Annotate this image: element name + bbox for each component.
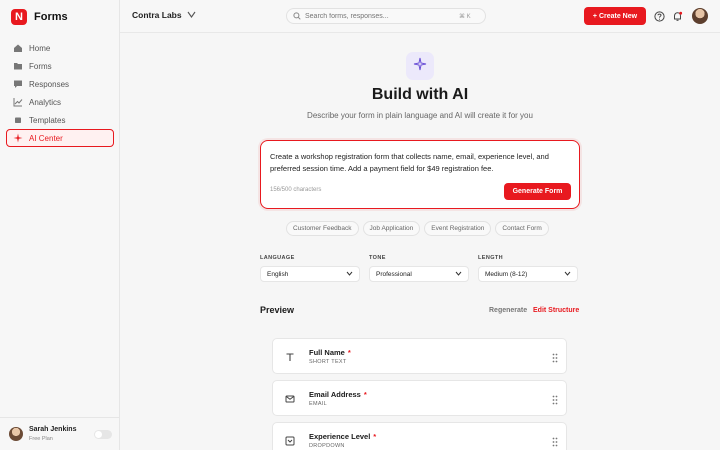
sidebar-item-home[interactable]: Home — [6, 39, 114, 57]
required-marker: * — [373, 432, 377, 441]
text-icon — [284, 351, 296, 363]
user-profile[interactable]: Sarah Jenkins Free Plan — [0, 417, 120, 450]
sidebar-item-forms[interactable]: Forms — [6, 57, 114, 75]
drag-handle-icon[interactable] — [551, 393, 559, 405]
chevron-down-icon — [564, 271, 571, 278]
chevron-down-icon — [346, 271, 353, 278]
sidebar-item-label: Templates — [29, 115, 66, 125]
template-icon — [12, 115, 23, 126]
search-input[interactable] — [305, 12, 455, 20]
question-type: SHORT TEXT — [309, 359, 347, 365]
question-card[interactable]: Experience Level * DROPDOWN — [272, 422, 567, 450]
top-bar: Contra Labs ⌘ K + Create New — [120, 0, 720, 33]
sidebar-item-label: Analytics — [29, 97, 62, 107]
sparkle-icon — [413, 57, 427, 76]
length-value: Medium (8-12) — [485, 270, 528, 278]
tone-value: Professional — [376, 270, 412, 278]
bell-icon[interactable] — [671, 10, 683, 22]
sparkle-icon — [12, 133, 23, 144]
sidebar-nav: Home Forms Responses Analytics Templates — [6, 39, 114, 147]
help-icon[interactable] — [653, 10, 665, 22]
character-count: 156/500 characters — [270, 187, 322, 193]
tone-select[interactable]: Professional — [369, 266, 469, 282]
sidebar-item-responses[interactable]: Responses — [6, 75, 114, 93]
required-marker: * — [347, 348, 351, 357]
sidebar-item-label: Responses — [29, 79, 70, 89]
chip-event-registration[interactable]: Event Registration — [424, 221, 492, 236]
brand[interactable]: N Forms — [11, 9, 68, 25]
question-title: Email Address * — [309, 390, 367, 399]
search-shortcut: ⌘ K — [459, 13, 471, 20]
regenerate-button[interactable]: Regenerate — [489, 307, 527, 314]
dropdown-icon — [284, 435, 296, 447]
language-value: English — [267, 270, 289, 278]
chip-customer-feedback[interactable]: Customer Feedback — [286, 221, 359, 236]
page-title: Build with AI — [371, 86, 469, 103]
drag-handle-icon[interactable] — [551, 435, 559, 447]
mail-icon — [284, 393, 296, 405]
prompt-input[interactable]: Create a workshop registration form that… — [270, 151, 574, 175]
length-select[interactable]: Medium (8-12) — [478, 266, 578, 282]
sidebar-item-analytics[interactable]: Analytics — [6, 93, 114, 111]
length-field: LENGTH Medium (8-12) — [478, 255, 578, 282]
length-label: LENGTH — [478, 255, 504, 261]
sidebar-item-label: AI Center — [29, 133, 63, 143]
user-name: Sarah Jenkins — [29, 426, 77, 433]
chat-icon — [12, 79, 23, 90]
brand-name: Forms — [34, 11, 68, 23]
language-label: LANGUAGE — [260, 255, 295, 261]
language-field: LANGUAGE English — [260, 255, 360, 282]
sidebar-item-templates[interactable]: Templates — [6, 111, 114, 129]
workspace-name: Contra Labs — [132, 10, 182, 20]
sidebar: N Forms Home Forms Responses Analytics T… — [0, 0, 120, 450]
chip-contact-form[interactable]: Contact Form — [495, 221, 549, 236]
preview-title: Preview — [260, 305, 295, 315]
chevron-down-icon — [455, 271, 462, 278]
question-card[interactable]: Full Name * SHORT TEXT — [272, 338, 567, 374]
theme-toggle[interactable] — [94, 430, 112, 439]
search-bar[interactable]: ⌘ K — [286, 8, 486, 24]
question-type: DROPDOWN — [309, 443, 345, 449]
page-subtitle: Describe your form in plain language and… — [307, 111, 533, 120]
sidebar-item-ai-center[interactable]: AI Center — [6, 129, 114, 147]
suggestion-chips: Customer Feedback Job Application Event … — [286, 221, 549, 236]
create-new-button[interactable]: + Create New — [584, 7, 646, 25]
question-title: Experience Level * — [309, 432, 377, 441]
sidebar-item-label: Forms — [29, 61, 52, 71]
question-type: EMAIL — [309, 401, 328, 407]
brand-logo: N — [11, 9, 27, 25]
sidebar-item-label: Home — [29, 43, 51, 53]
question-title: Full Name * — [309, 348, 351, 357]
question-card[interactable]: Email Address * EMAIL — [272, 380, 567, 416]
search-icon — [293, 7, 301, 25]
language-select[interactable]: English — [260, 266, 360, 282]
tone-field: TONE Professional — [369, 255, 469, 282]
tone-label: TONE — [369, 255, 386, 261]
prompt-box[interactable]: Create a workshop registration form that… — [260, 140, 580, 209]
workspace-switcher[interactable]: Contra Labs — [132, 10, 196, 20]
required-marker: * — [363, 390, 367, 399]
drag-handle-icon[interactable] — [551, 351, 559, 363]
avatar — [9, 427, 23, 441]
edit-structure-button[interactable]: Edit Structure — [533, 307, 579, 314]
generate-form-button[interactable]: Generate Form — [504, 183, 571, 200]
chart-icon — [12, 97, 23, 108]
chevron-down-icon — [187, 10, 196, 20]
ai-badge — [406, 52, 434, 80]
account-avatar[interactable] — [692, 8, 708, 24]
chip-job-application[interactable]: Job Application — [362, 221, 421, 236]
home-icon — [12, 43, 23, 54]
folder-icon — [12, 61, 23, 72]
user-plan: Free Plan — [29, 436, 53, 442]
